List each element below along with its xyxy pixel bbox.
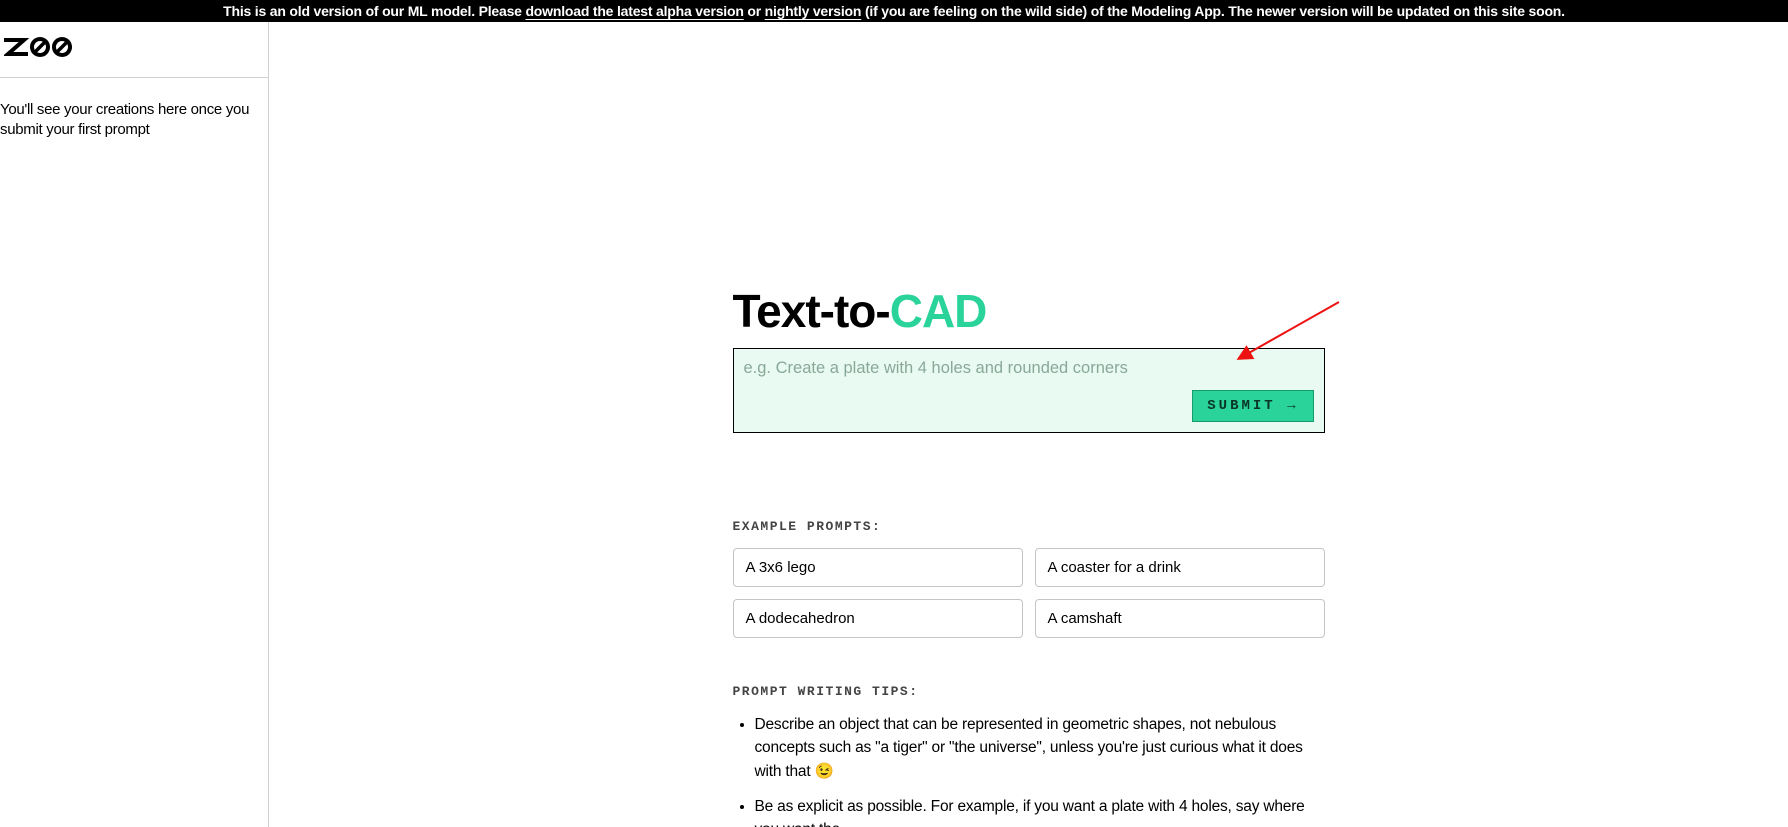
notice-banner: This is an old version of our ML model. … [0, 0, 1788, 22]
tip-item: Be as explicit as possible. For example,… [755, 795, 1325, 827]
submit-button[interactable]: SUBMIT → [1192, 390, 1313, 422]
title-part2: CAD [890, 285, 987, 337]
zoo-logo [4, 36, 76, 58]
example-prompts-grid: A 3x6 lego A coaster for a drink A dodec… [733, 548, 1325, 638]
example-prompt-card[interactable]: A coaster for a drink [1035, 548, 1325, 587]
banner-text-mid1: or [744, 3, 765, 19]
main-area: Text-to-CAD SUBMIT → EXAMPLE PROMPTS: A … [269, 22, 1788, 827]
banner-text-prefix: This is an old version of our ML model. … [223, 3, 525, 19]
tips-heading: PROMPT WRITING TIPS: [733, 684, 1325, 699]
sidebar-empty-text: You'll see your creations here once you … [0, 101, 249, 138]
submit-row: SUBMIT → [744, 390, 1314, 422]
sidebar: You'll see your creations here once you … [0, 22, 269, 827]
main-content: Text-to-CAD SUBMIT → EXAMPLE PROMPTS: A … [733, 22, 1325, 827]
banner-text-suffix: (if you are feeling on the wild side) of… [861, 3, 1565, 19]
example-prompts-heading: EXAMPLE PROMPTS: [733, 519, 1325, 534]
example-prompt-card[interactable]: A 3x6 lego [733, 548, 1023, 587]
example-prompt-card[interactable]: A dodecahedron [733, 599, 1023, 638]
tip-item: Describe an object that can be represent… [755, 713, 1325, 783]
prompt-input[interactable] [744, 359, 1314, 383]
example-prompt-card[interactable]: A camshaft [1035, 599, 1325, 638]
title-part1: Text-to- [733, 285, 890, 337]
app-layout: You'll see your creations here once you … [0, 22, 1788, 827]
prompt-form: SUBMIT → [733, 348, 1325, 433]
banner-link-alpha[interactable]: download the latest alpha version [525, 3, 743, 19]
tips-list: Describe an object that can be represent… [733, 713, 1325, 827]
sidebar-empty-state: You'll see your creations here once you … [0, 78, 268, 151]
banner-link-nightly[interactable]: nightly version [765, 3, 862, 19]
page-title: Text-to-CAD [733, 284, 1325, 338]
sidebar-header [0, 22, 268, 78]
